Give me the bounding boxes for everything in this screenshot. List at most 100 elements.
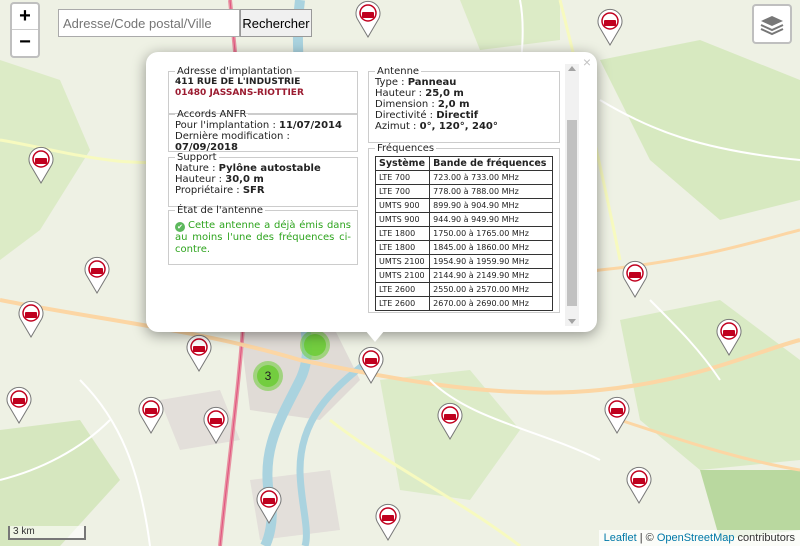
table-row: LTE 1800 1750.00 à 1765.00 MHz bbox=[374, 226, 553, 241]
address-city: 01480 JASSANS-RIOTTIER bbox=[175, 88, 304, 98]
free-4g-antenna-marker-icon bbox=[437, 402, 463, 440]
antenna-marker[interactable] bbox=[604, 396, 630, 434]
status-legend: État de l'antenne bbox=[177, 205, 264, 216]
antenna-marker[interactable] bbox=[186, 334, 212, 372]
type-label: Type : bbox=[375, 77, 408, 88]
band-cell: 2550.00 à 2570.00 MHz bbox=[429, 282, 553, 297]
scale-bar: 3 km bbox=[8, 526, 86, 540]
nature-value: Pylône autostable bbox=[218, 163, 321, 174]
search-button[interactable]: Rechercher bbox=[240, 9, 312, 37]
free-4g-antenna-marker-icon bbox=[597, 8, 623, 46]
band-cell: 1845.00 à 1860.00 MHz bbox=[429, 240, 553, 255]
support-legend: Support bbox=[177, 152, 217, 163]
zoom-in-button[interactable]: + bbox=[12, 4, 38, 30]
antenna-section: Antenne Type : Panneau Hauteur : 25,0 m … bbox=[368, 66, 560, 143]
marker-cluster-partial[interactable] bbox=[300, 330, 330, 360]
antenna-marker[interactable] bbox=[28, 146, 54, 184]
implantation-date: 11/07/2014 bbox=[279, 120, 342, 131]
scroll-down-icon[interactable] bbox=[568, 319, 576, 324]
scroll-thumb[interactable] bbox=[567, 120, 577, 306]
antenna-marker[interactable] bbox=[626, 466, 652, 504]
antenna-height-label: Hauteur : bbox=[375, 88, 426, 99]
free-4g-antenna-marker-icon bbox=[84, 256, 110, 294]
system-cell: UMTS 900 bbox=[374, 198, 431, 213]
cluster-count: 3 bbox=[257, 365, 279, 387]
band-cell: 723.00 à 733.00 MHz bbox=[429, 170, 553, 185]
antenna-marker[interactable] bbox=[203, 406, 229, 444]
table-row: UMTS 2100 1954.90 à 1959.90 MHz bbox=[374, 254, 553, 269]
band-cell: 899.90 à 904.90 MHz bbox=[429, 198, 553, 213]
table-row: LTE 1800 1845.00 à 1860.00 MHz bbox=[374, 240, 553, 255]
nature-label: Nature : bbox=[175, 163, 219, 174]
layers-icon bbox=[760, 16, 784, 36]
free-4g-antenna-marker-icon bbox=[375, 503, 401, 541]
band-cell: 1954.90 à 1959.90 MHz bbox=[429, 254, 553, 269]
close-icon[interactable]: × bbox=[583, 54, 591, 70]
frequencies-legend: Fréquences bbox=[377, 143, 435, 154]
antenna-marker[interactable] bbox=[84, 256, 110, 294]
band-cell: 2144.90 à 2149.90 MHz bbox=[429, 268, 553, 283]
leaflet-link[interactable]: Leaflet bbox=[604, 532, 637, 544]
free-4g-antenna-marker-icon bbox=[716, 318, 742, 356]
antenna-marker[interactable] bbox=[375, 503, 401, 541]
azimuth-value: 0°, 120°, 240° bbox=[419, 121, 498, 132]
antenna-marker[interactable] bbox=[138, 396, 164, 434]
marker-cluster[interactable]: 3 bbox=[253, 361, 283, 391]
layers-control[interactable] bbox=[752, 4, 792, 44]
band-cell: 778.00 à 788.00 MHz bbox=[429, 184, 553, 199]
antenna-marker[interactable] bbox=[716, 318, 742, 356]
popup-tip bbox=[365, 330, 385, 342]
system-cell: UMTS 2100 bbox=[374, 254, 431, 269]
popup-scrollbar[interactable] bbox=[565, 64, 579, 326]
search-input[interactable] bbox=[58, 9, 240, 37]
table-row: UMTS 900 944.90 à 949.90 MHz bbox=[374, 212, 553, 227]
free-4g-antenna-marker-icon bbox=[203, 406, 229, 444]
band-cell: 944.90 à 949.90 MHz bbox=[429, 212, 553, 227]
zoom-control: + − bbox=[10, 2, 40, 58]
support-height-value: 30,0 m bbox=[225, 174, 264, 185]
system-cell: LTE 700 bbox=[374, 170, 431, 185]
table-row: LTE 2600 2550.00 à 2570.00 MHz bbox=[374, 282, 553, 297]
antenna-marker[interactable] bbox=[622, 260, 648, 298]
directivity-label: Directivité : bbox=[375, 110, 437, 121]
scroll-up-icon[interactable] bbox=[568, 66, 576, 71]
column-header-system: Système bbox=[374, 156, 431, 171]
address-legend: Adresse d'implantation bbox=[177, 66, 293, 77]
free-4g-antenna-marker-icon bbox=[622, 260, 648, 298]
dimension-value: 2,0 m bbox=[437, 99, 470, 110]
address-street: 411 RUE DE L'INDUSTRIE bbox=[175, 77, 301, 87]
osm-link[interactable]: OpenStreetMap bbox=[657, 532, 735, 544]
free-4g-antenna-marker-icon bbox=[18, 300, 44, 338]
antenna-marker[interactable] bbox=[256, 486, 282, 524]
type-value: Panneau bbox=[407, 77, 457, 88]
anfr-legend: Accords ANFR bbox=[177, 109, 247, 120]
anfr-section: Accords ANFR Pour l'implantation : 11/07… bbox=[168, 109, 358, 153]
antenna-marker[interactable] bbox=[355, 0, 381, 38]
free-4g-antenna-marker-icon bbox=[626, 466, 652, 504]
antenna-marker[interactable] bbox=[18, 300, 44, 338]
table-row: LTE 2600 2670.00 à 2690.00 MHz bbox=[374, 296, 553, 311]
address-section: Adresse d'implantation 411 RUE DE L'INDU… bbox=[168, 66, 358, 114]
table-row: UMTS 2100 2144.90 à 2149.90 MHz bbox=[374, 268, 553, 283]
check-circle-icon: ✔ bbox=[175, 222, 185, 232]
attribution-separator: | © bbox=[636, 532, 657, 544]
free-4g-antenna-marker-icon bbox=[355, 0, 381, 38]
zoom-out-button[interactable]: − bbox=[12, 30, 38, 56]
free-4g-antenna-marker-icon bbox=[358, 346, 384, 384]
status-section: État de l'antenne ✔ Cette antenne a déjà … bbox=[168, 205, 358, 265]
antenna-popup: × Adresse d'implantation 411 RUE DE L'IN… bbox=[146, 52, 597, 332]
antenna-marker[interactable] bbox=[358, 346, 384, 384]
antenna-marker[interactable] bbox=[6, 386, 32, 424]
support-section: Support Nature : Pylône autostable Haute… bbox=[168, 152, 358, 207]
antenna-marker[interactable] bbox=[597, 8, 623, 46]
table-row: LTE 700 723.00 à 733.00 MHz bbox=[374, 170, 553, 185]
free-4g-antenna-marker-icon bbox=[6, 386, 32, 424]
search-bar: Rechercher bbox=[58, 9, 312, 37]
system-cell: LTE 1800 bbox=[374, 240, 431, 255]
dimension-label: Dimension : bbox=[375, 99, 438, 110]
frequencies-section: Fréquences Système Bande de fréquences L… bbox=[368, 143, 560, 313]
table-header-row: Système Bande de fréquences bbox=[374, 156, 553, 171]
support-height-label: Hauteur : bbox=[175, 174, 226, 185]
modification-label: Dernière modification : bbox=[175, 131, 290, 142]
antenna-marker[interactable] bbox=[437, 402, 463, 440]
